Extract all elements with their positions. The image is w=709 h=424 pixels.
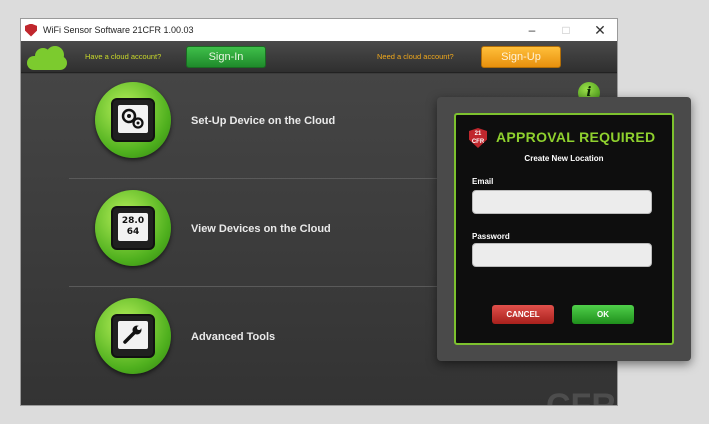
password-field[interactable] [472,243,652,267]
menu-divider [69,286,469,287]
maximize-button[interactable]: □ [549,19,583,41]
menu-divider [69,178,469,179]
approval-dialog-backdrop: 21 CFR APPROVAL REQUIRED Create New Loca… [437,97,691,361]
cancel-button[interactable]: CANCEL [492,305,554,324]
app-shield-icon [25,23,37,37]
21cfr-badge-icon: 21 CFR [469,128,487,148]
password-label: Password [472,232,510,241]
menu-item-label: View Devices on the Cloud [191,223,331,235]
cloud-account-bar: Have a cloud account? Sign-In Need a clo… [21,41,617,73]
minimize-button[interactable]: – [515,19,549,41]
title-bar: WiFi Sensor Software 21CFR 1.00.03 – □ ✕ [21,19,617,41]
screen-reading-bottom: 64 [126,227,140,237]
wrench-device-icon [111,314,155,358]
email-label: Email [472,177,494,186]
sensor-readout-device-icon: 28.0 64 [111,206,155,250]
close-button[interactable]: ✕ [583,19,617,41]
dialog-title: APPROVAL REQUIRED [496,129,656,145]
menu-item-label: Advanced Tools [191,331,276,343]
approval-dialog: 21 CFR APPROVAL REQUIRED Create New Loca… [454,113,674,345]
window-title: WiFi Sensor Software 21CFR 1.00.03 [43,25,194,35]
cfr-watermark: CFR [546,387,616,406]
dialog-subtitle: Create New Location [524,154,604,163]
sign-in-button[interactable]: Sign-In [186,46,266,68]
need-account-text: Need a cloud account? [377,52,454,61]
ok-button[interactable]: OK [572,305,634,324]
cloud-icon [27,46,67,70]
gears-device-icon [111,98,155,142]
sign-up-button[interactable]: Sign-Up [481,46,561,68]
menu-item-label: Set-Up Device on the Cloud [191,115,336,127]
email-field[interactable] [472,190,652,214]
screen-reading-top: 28.0 [121,216,145,226]
have-account-text: Have a cloud account? [85,52,162,61]
